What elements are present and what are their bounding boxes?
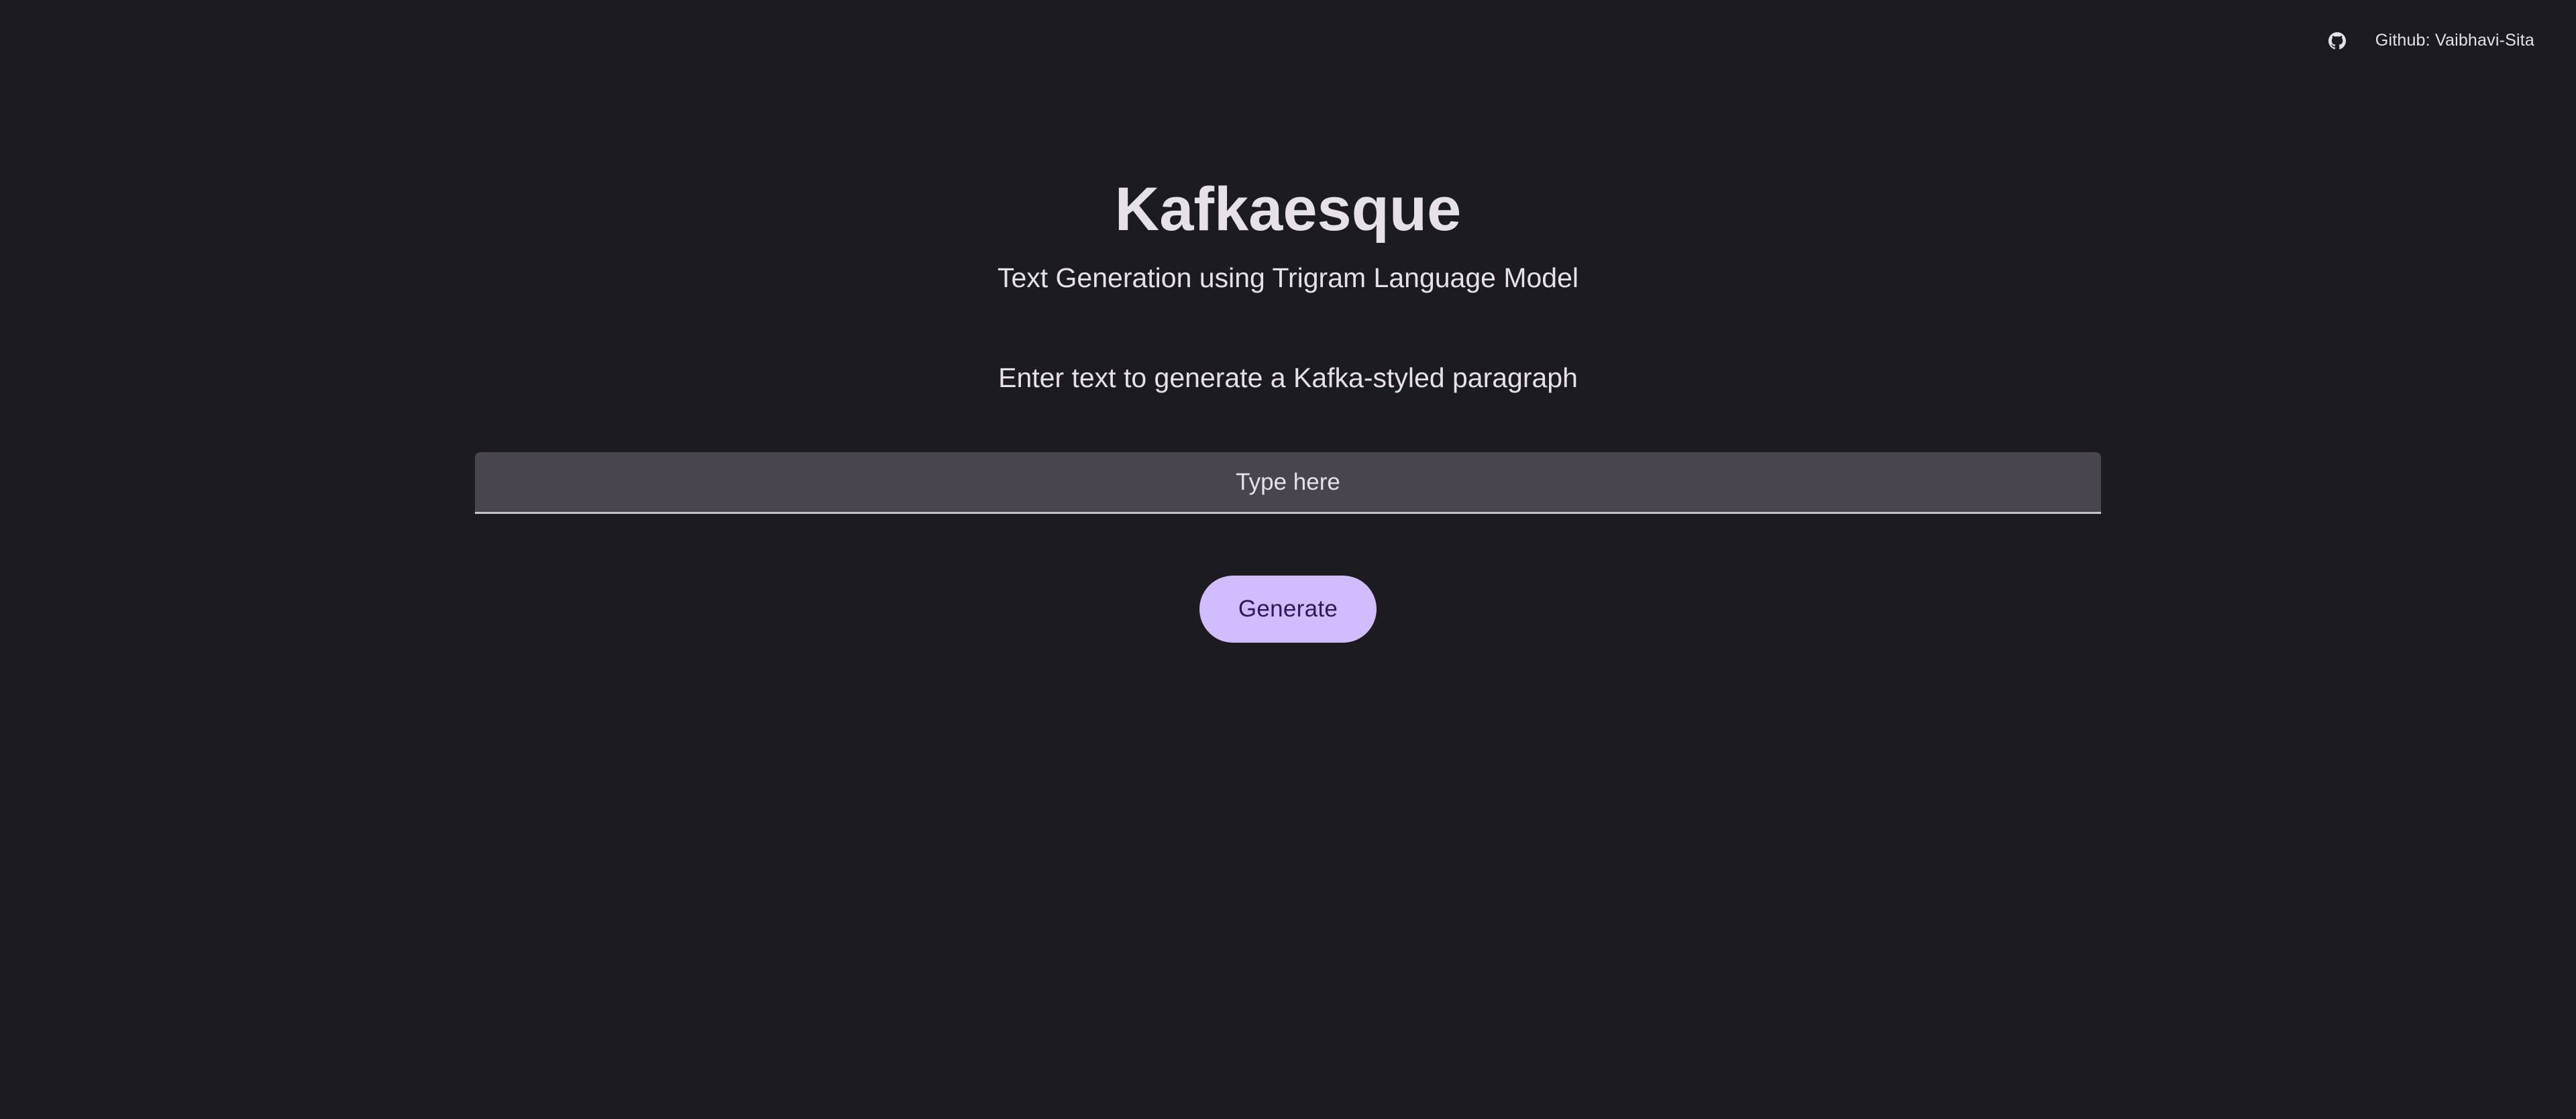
github-link[interactable]: Github: Vaibhavi-Sita [2375,31,2534,50]
github-icon[interactable] [2328,32,2346,50]
input-prompt-label: Enter text to generate a Kafka-styled pa… [998,362,1578,393]
page-title: Kafkaesque [1114,175,1462,244]
page-subtitle: Text Generation using Trigram Language M… [997,262,1579,293]
generate-button[interactable]: Generate [1199,576,1377,643]
top-bar: Github: Vaibhavi-Sita [2328,31,2534,50]
text-input-field [475,452,2101,514]
page: Github: Vaibhavi-Sita Kafkaesque Text Ge… [0,0,2576,1119]
text-input[interactable] [475,452,2101,512]
